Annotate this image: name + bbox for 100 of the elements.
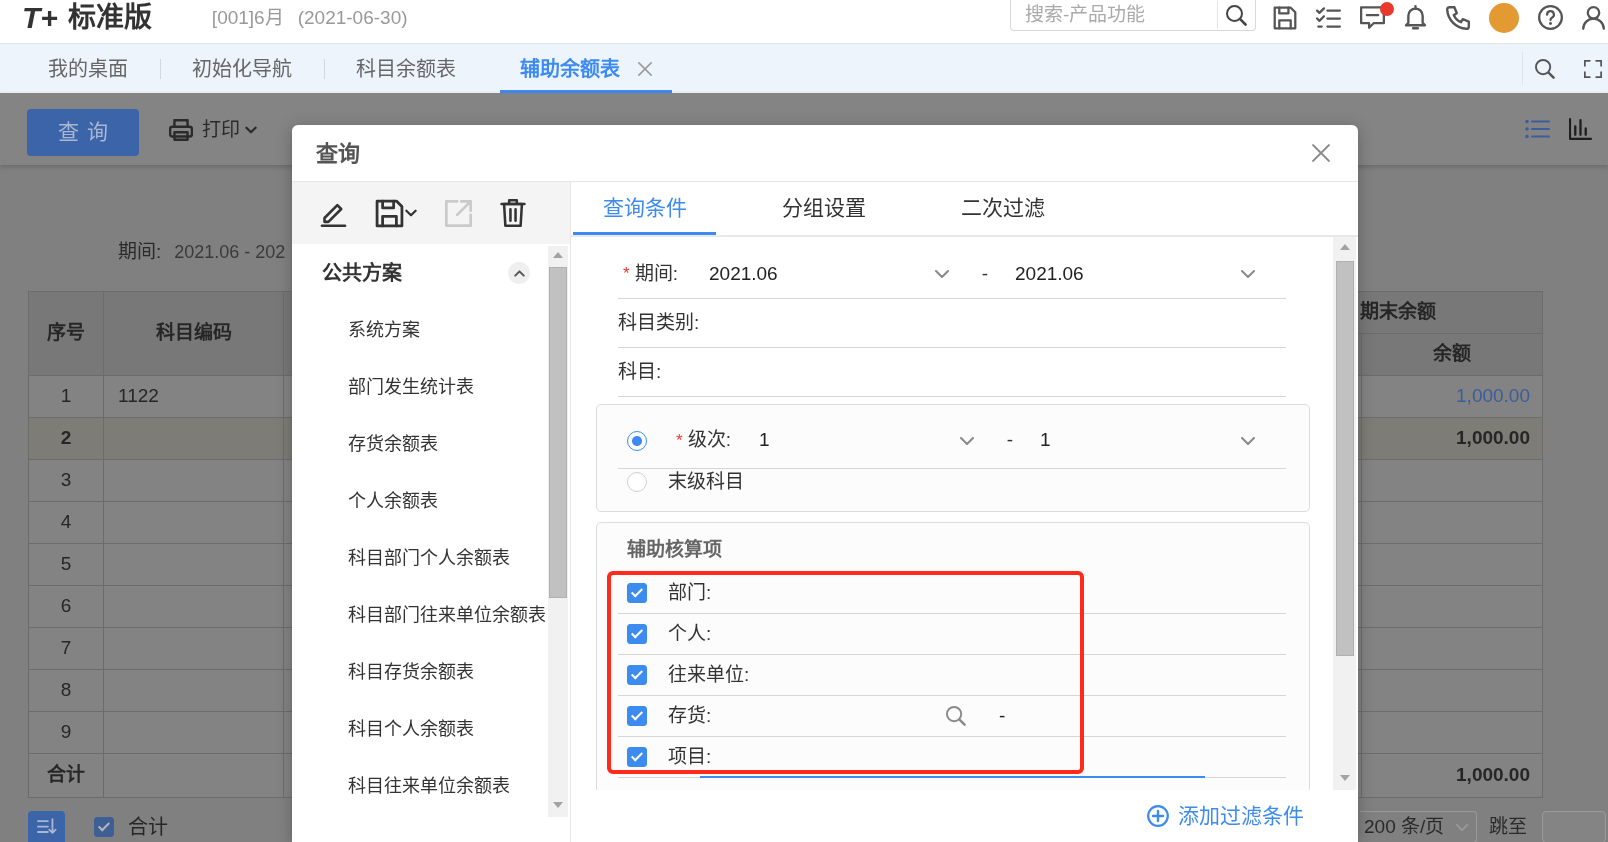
input-field[interactable]: 科目: <box>618 348 1286 397</box>
radio-button[interactable] <box>627 430 647 451</box>
period-date: (2021-06-30) <box>297 6 408 29</box>
field-label: 科目: <box>618 359 662 384</box>
fullscreen-icon[interactable] <box>1584 59 1602 78</box>
input-field[interactable]: 个人: <box>618 614 1286 655</box>
list-view-icon[interactable] <box>1525 119 1550 139</box>
logo-text: 标准版 <box>67 0 152 35</box>
checkbox[interactable] <box>627 747 647 767</box>
column-group-header: 期末余额 <box>1357 291 1543 334</box>
bar-chart-icon[interactable] <box>1569 117 1592 141</box>
scroll-down-icon[interactable] <box>1339 775 1350 781</box>
scrollbar[interactable] <box>548 246 568 817</box>
tab[interactable]: 科目余额表 <box>336 44 476 93</box>
field-label: 级次: <box>687 428 731 453</box>
required-mark: * <box>623 263 630 286</box>
search-icon[interactable] <box>1226 5 1247 26</box>
table-cell: 8 <box>28 669 104 712</box>
checklist-icon[interactable] <box>1316 6 1341 29</box>
table-cell: 1 <box>28 375 104 418</box>
table-cell: 5 <box>28 543 104 586</box>
checkbox[interactable] <box>94 817 114 837</box>
tab[interactable]: 二次过滤 <box>931 182 1074 235</box>
scroll-up-icon[interactable] <box>553 252 563 258</box>
tab[interactable]: 初始化导航 <box>172 44 312 93</box>
close-icon[interactable] <box>638 61 652 76</box>
list-item[interactable]: 科目部门往来单位余额表 <box>292 587 548 644</box>
column-header: 科目编码 <box>103 291 284 376</box>
checkbox[interactable] <box>627 583 647 603</box>
input-field[interactable]: 项目: <box>618 737 1286 778</box>
checkbox[interactable] <box>627 624 647 644</box>
dropdown-field[interactable]: 2021.06 <box>1015 256 1261 292</box>
scrollbar[interactable] <box>1333 237 1356 790</box>
search-icon[interactable] <box>1535 58 1555 79</box>
dropdown-field[interactable]: 1 <box>759 422 980 459</box>
dropdown-field[interactable]: 1 <box>1040 422 1261 459</box>
phone-icon[interactable] <box>1446 5 1470 30</box>
close-icon[interactable] <box>1312 144 1330 162</box>
input-field[interactable]: 部门: <box>618 573 1286 614</box>
print-button[interactable]: 打印 <box>169 115 257 145</box>
chevron-up-icon <box>513 269 525 277</box>
input-field[interactable]: 存货: - <box>618 696 1286 737</box>
list-item[interactable]: 科目个人余额表 <box>292 701 548 758</box>
table-cell: 4 <box>28 501 104 544</box>
list-item[interactable]: 科目部门个人余额表 <box>292 530 548 587</box>
column-header: 序号 <box>28 291 104 376</box>
checkbox-label: 合计 <box>128 815 168 840</box>
scroll-down-icon[interactable] <box>553 802 563 808</box>
required-mark: * <box>676 429 683 452</box>
chevron-down-icon <box>1241 270 1255 278</box>
range-separator: - <box>980 261 990 286</box>
list-item[interactable]: 科目往来单位余额表 <box>292 758 548 815</box>
list-item[interactable]: 个人余额表 <box>292 473 548 530</box>
account-period: [001]6月 <box>211 6 284 29</box>
table-cell: 1,000.00 <box>1361 417 1543 460</box>
tab[interactable]: 分组设置 <box>752 182 895 235</box>
input-field[interactable]: 往来单位: <box>618 655 1286 696</box>
field-label: 项目: <box>668 744 712 769</box>
field-label: 期间: <box>634 261 678 286</box>
sort-button[interactable] <box>28 811 65 842</box>
input-field[interactable]: 科目类别: <box>618 299 1286 348</box>
save-icon[interactable] <box>375 198 404 228</box>
avatar-icon[interactable] <box>1489 2 1519 33</box>
jump-label: 跳至 <box>1489 814 1527 839</box>
help-icon[interactable] <box>1538 5 1563 30</box>
period-value: 2021.06 - 202 <box>174 240 286 264</box>
option-label: 末级科目 <box>668 469 744 494</box>
field-label: 个人: <box>668 621 712 646</box>
scrollbar-thumb[interactable] <box>549 267 567 598</box>
list-item[interactable]: 部门发生统计表 <box>292 359 548 416</box>
page-size-select[interactable]: 200 条/页 <box>1360 811 1477 842</box>
list-item[interactable]: 系统方案 <box>292 302 548 359</box>
caret-icon[interactable] <box>405 209 417 217</box>
save-icon[interactable] <box>1273 5 1297 30</box>
printer-icon <box>169 119 193 141</box>
dropdown-field[interactable]: 2021.06 <box>709 256 955 292</box>
page-number-field[interactable] <box>1542 811 1606 842</box>
radio-button[interactable] <box>627 472 647 492</box>
user-icon[interactable] <box>1582 5 1605 30</box>
section-title: 公共方案 <box>322 261 402 286</box>
table-cell: 合计 <box>28 753 104 798</box>
search-field[interactable]: 搜索-产品功能 <box>1010 0 1256 31</box>
scroll-up-icon[interactable] <box>1339 244 1350 250</box>
checkbox[interactable] <box>627 665 647 685</box>
message-icon[interactable] <box>1360 6 1385 29</box>
table-cell: 3 <box>28 459 104 502</box>
chevron-down-icon <box>1241 436 1255 445</box>
tab[interactable]: 我的桌面 <box>28 44 148 93</box>
field-label: 部门: <box>668 580 712 605</box>
list-item[interactable]: 存货余额表 <box>292 416 548 473</box>
table-cell: 7 <box>28 627 104 670</box>
table-cell: 1,000.00 <box>1361 753 1543 798</box>
bell-icon[interactable] <box>1404 5 1427 30</box>
chevron-down-icon <box>1456 823 1468 831</box>
list-item[interactable]: 科目存货余额表 <box>292 644 548 701</box>
trash-icon[interactable] <box>500 199 526 227</box>
field-label: 存货: <box>668 703 713 728</box>
checkbox[interactable] <box>627 706 647 726</box>
collapse-button[interactable] <box>508 262 530 284</box>
scrollbar-thumb[interactable] <box>1335 261 1354 656</box>
